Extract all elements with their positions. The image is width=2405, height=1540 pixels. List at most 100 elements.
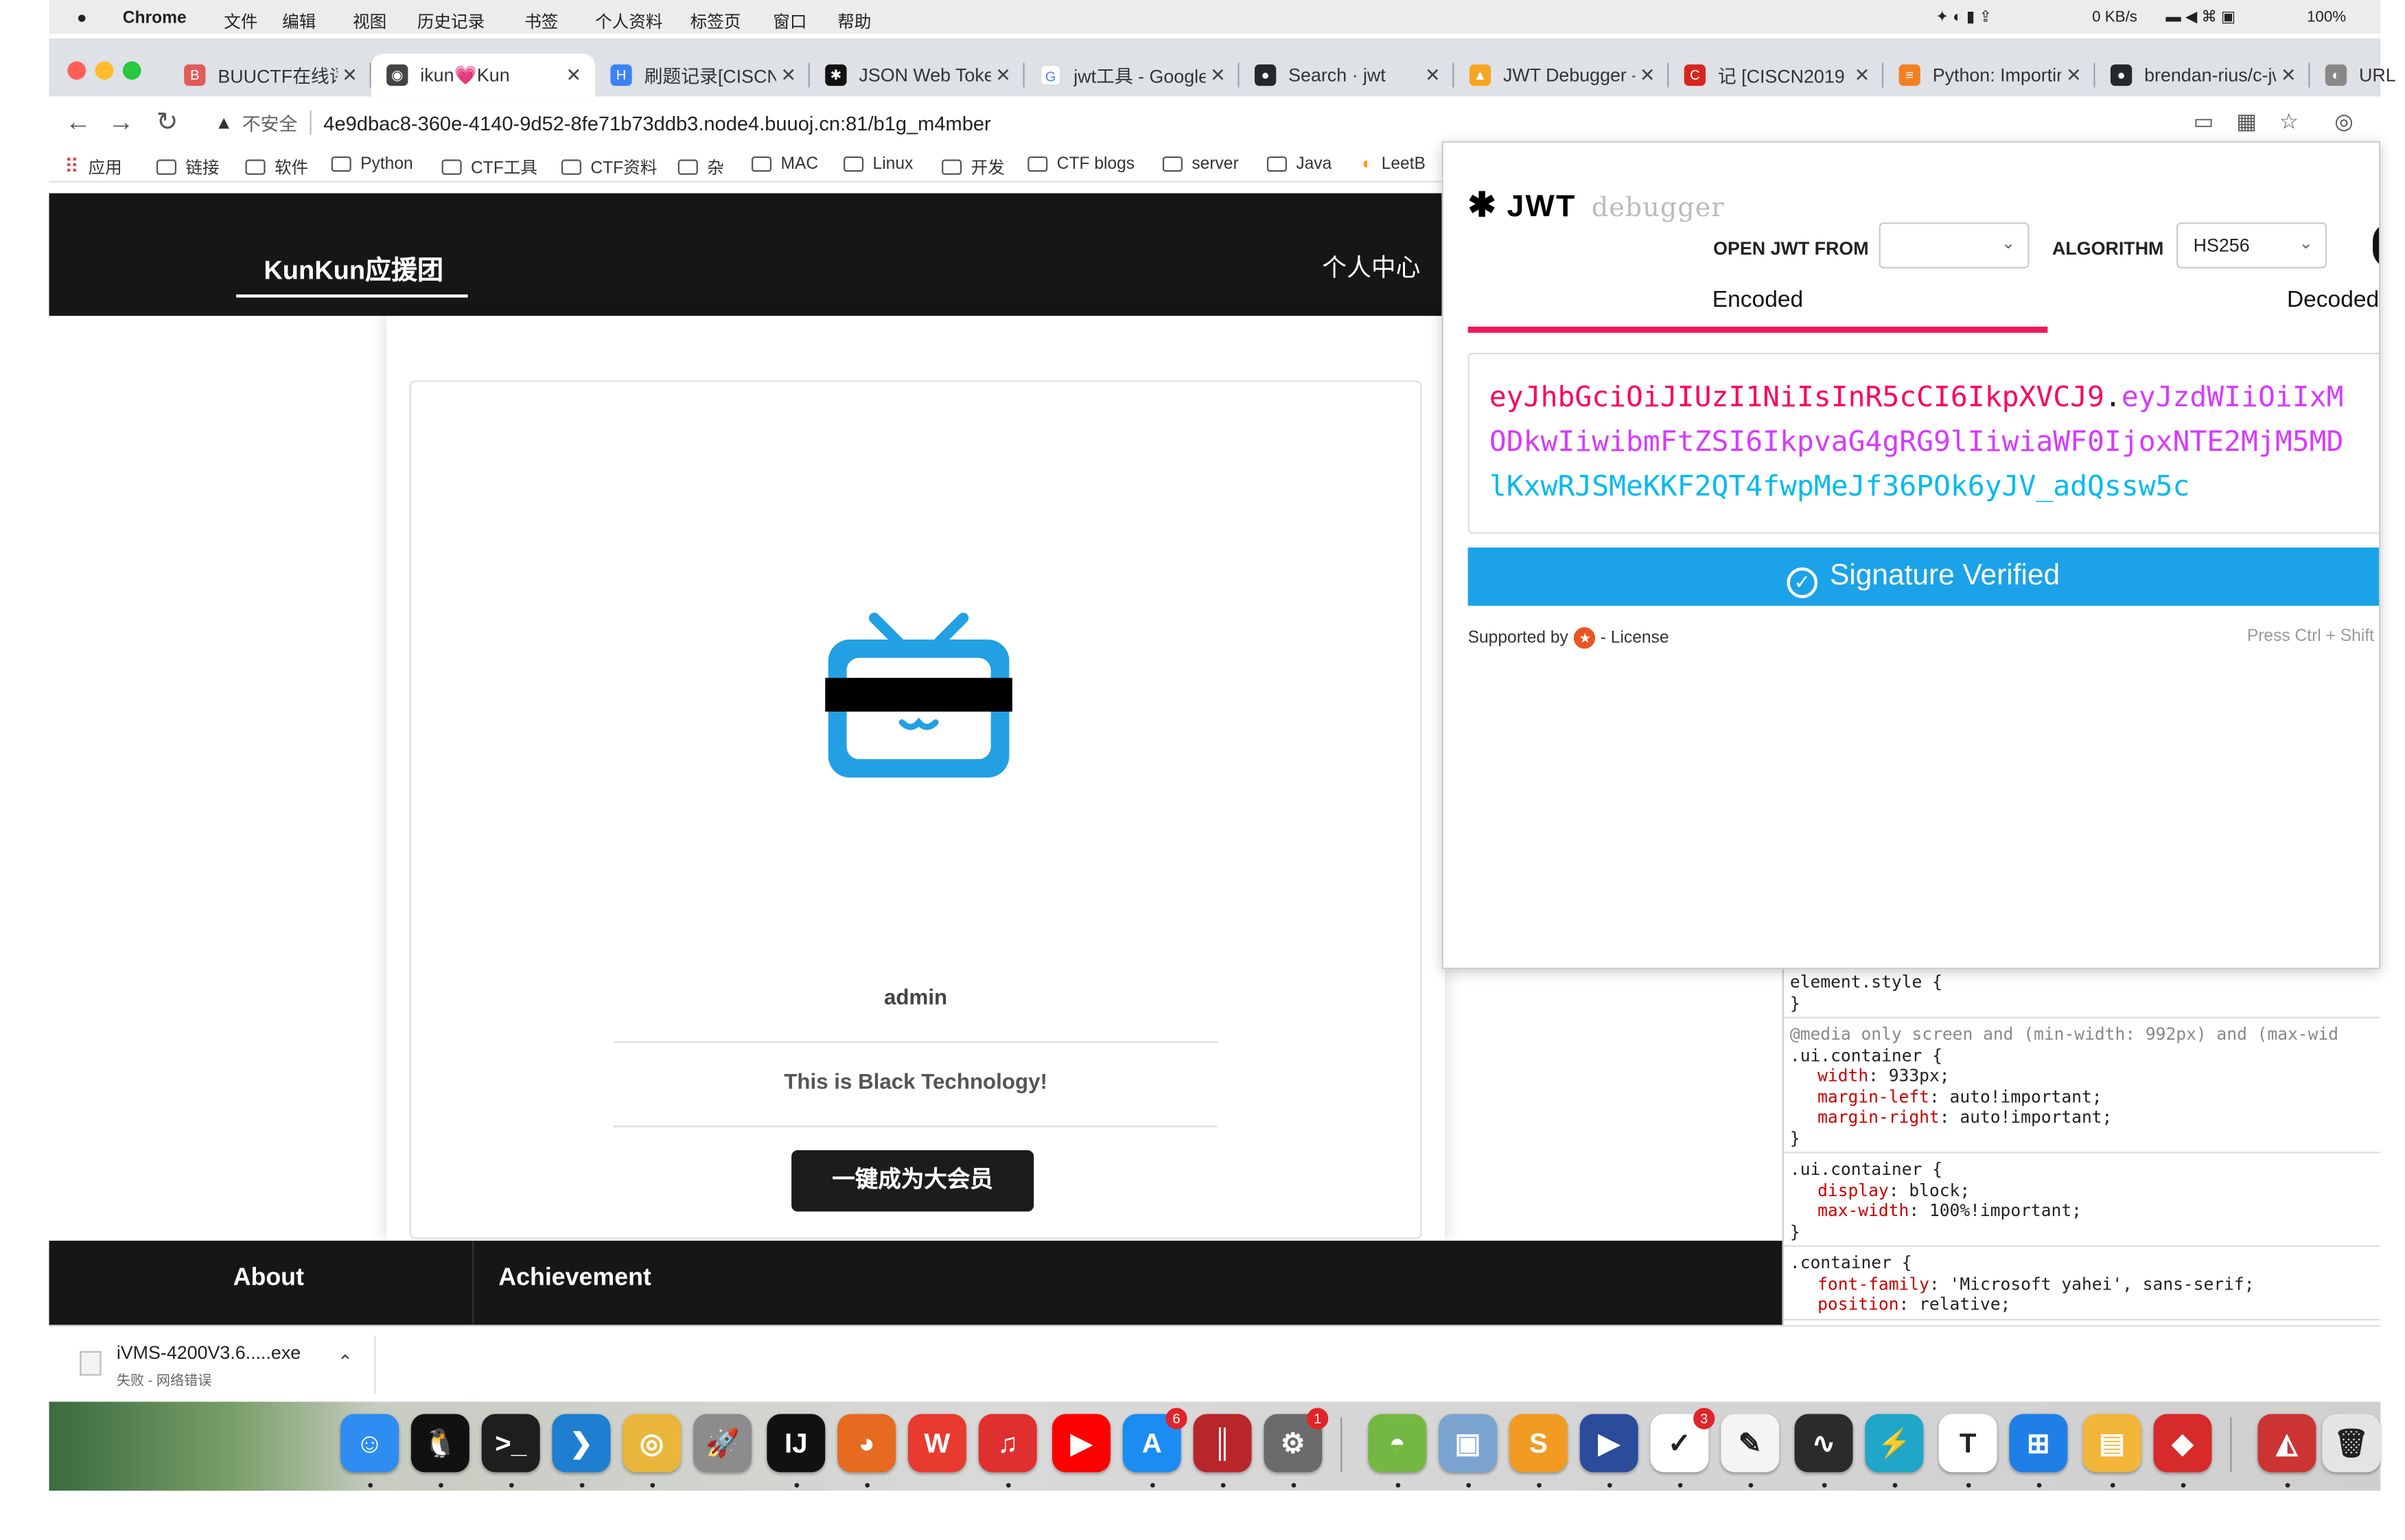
menu-profiles[interactable]: 个人资料 bbox=[595, 9, 662, 34]
bookmark-item[interactable]: 开发 bbox=[942, 155, 1005, 180]
windows-dock-icon[interactable]: ⊞ bbox=[2009, 1414, 2068, 1473]
menu-tab[interactable]: 标签页 bbox=[690, 9, 741, 34]
close-tab-icon[interactable]: ✕ bbox=[1420, 65, 1445, 86]
terminal-dock-icon[interactable]: >_ bbox=[481, 1414, 540, 1473]
css-declaration[interactable]: position: relative; bbox=[1790, 1294, 2374, 1315]
android-dock-icon[interactable]: ◓ bbox=[1368, 1414, 1427, 1473]
close-tab-icon[interactable]: ✕ bbox=[1635, 65, 1660, 86]
browser-tab[interactable]: ● Search · jwt ✕ bbox=[1240, 54, 1454, 97]
encoded-token-input[interactable]: eyJhbGciOiJIUzI1NiIsInR5cCI6IkpXVCJ9.eyJ… bbox=[1467, 352, 2380, 534]
user-center-link[interactable]: 个人中心 bbox=[1322, 247, 1420, 284]
css-selector[interactable]: .container { bbox=[1790, 1253, 2374, 1274]
menu-bookmarks[interactable]: 书签 bbox=[524, 9, 558, 34]
reeder-dock-icon[interactable]: ⚡ bbox=[1865, 1414, 1924, 1473]
browser-tab[interactable]: ✱ JSON Web Tokens✕ bbox=[810, 54, 1025, 97]
textedit-dock-icon[interactable]: ✎ bbox=[1721, 1414, 1780, 1473]
css-selector[interactable]: element.style { bbox=[1790, 972, 2374, 993]
close-tab-icon[interactable]: ✕ bbox=[2061, 65, 2086, 86]
css-rule[interactable]: .container {font-family: 'Microsoft yahe… bbox=[1783, 1247, 2381, 1320]
browser-tab[interactable]: ● brendan-rius/c-jwt ✕ bbox=[2095, 54, 2310, 97]
ticktick-dock-icon[interactable]: ✓ 3 bbox=[1650, 1408, 1715, 1473]
menu-file[interactable]: 文件 bbox=[224, 9, 257, 34]
bookmark-item[interactable]: server bbox=[1162, 155, 1239, 174]
css-declaration[interactable]: font-family: 'Microsoft yahei', sans-ser… bbox=[1790, 1274, 2374, 1294]
sublime-dock-icon[interactable]: S bbox=[1509, 1414, 1568, 1473]
forward-button[interactable]: → bbox=[104, 106, 138, 139]
cast-icon[interactable]: ▭ bbox=[2194, 109, 2214, 135]
auth0-logo-icon[interactable]: ★ bbox=[1574, 627, 1596, 649]
reload-button[interactable]: ↻ bbox=[150, 106, 184, 139]
finder-dock-icon[interactable]: ☺ bbox=[340, 1414, 399, 1473]
bookmark-item[interactable]: MAC bbox=[752, 155, 818, 174]
bookmark-item[interactable]: ◐ LeetB bbox=[1362, 155, 1426, 174]
preview-dock-icon[interactable]: ▣ bbox=[1439, 1414, 1498, 1473]
trash-dock-icon[interactable]: 🗑 bbox=[2322, 1414, 2381, 1473]
browser-tab[interactable]: Gjwt工具 - Google ✕ bbox=[1025, 54, 1240, 97]
devtools-styles-pane[interactable]: element.style {} @media only screen and (… bbox=[1782, 966, 2381, 1325]
tab-decoded[interactable]: Decoded bbox=[2287, 287, 2379, 313]
css-declaration[interactable]: display: block; bbox=[1790, 1180, 2374, 1201]
back-button[interactable]: ← bbox=[61, 106, 95, 139]
address-bar[interactable]: ▲ 不安全 4e9dbac8-360e-4140-9d52-8fe71b73dd… bbox=[200, 103, 2179, 143]
download-filename[interactable]: iVMS-4200V3.6.....exe bbox=[117, 1342, 301, 1363]
vscode-dock-icon[interactable]: ❯ bbox=[552, 1414, 611, 1473]
open-jwt-from-select[interactable]: ⌄ bbox=[1879, 222, 2030, 269]
chevron-up-icon[interactable]: ⌃ bbox=[338, 1351, 353, 1373]
insecure-label[interactable]: 不安全 bbox=[242, 110, 297, 136]
bookmark-item[interactable]: Python bbox=[331, 155, 413, 174]
bookmark-item[interactable]: Linux bbox=[844, 155, 913, 174]
bookmark-item[interactable]: 杂 bbox=[677, 155, 724, 180]
youtube-dock-icon[interactable]: ▶ bbox=[1052, 1414, 1111, 1473]
app-store-dock-icon[interactable]: A6 bbox=[1122, 1408, 1187, 1473]
css-declaration[interactable]: width: 933px; bbox=[1790, 1066, 2374, 1086]
minimize-window-button[interactable] bbox=[95, 61, 114, 80]
qr-code-icon[interactable]: ▦ bbox=[2236, 109, 2257, 135]
css-declaration[interactable]: max-width: 100%!important; bbox=[1790, 1201, 2374, 1222]
qq-dock-icon[interactable]: 🐧 bbox=[410, 1414, 469, 1473]
menu-help[interactable]: 帮助 bbox=[837, 9, 871, 34]
footer-achievement[interactable]: Achievement bbox=[498, 1265, 651, 1293]
close-tab-icon[interactable]: ✕ bbox=[1850, 65, 1874, 86]
close-tab-icon[interactable]: ✕ bbox=[776, 65, 801, 86]
bookmark-star-icon[interactable]: ☆ bbox=[2279, 109, 2299, 135]
extension-icon[interactable]: ◎ bbox=[2334, 109, 2353, 135]
css-declaration[interactable]: margin-right: auto!important; bbox=[1790, 1107, 2374, 1128]
firefox-dock-icon[interactable]: ◕ bbox=[837, 1414, 896, 1473]
bookmark-item[interactable]: Java bbox=[1266, 155, 1332, 174]
intellij-dock-icon[interactable]: IJ bbox=[767, 1414, 826, 1473]
license-link[interactable]: - License bbox=[1601, 629, 1669, 647]
parallels-2-dock-icon[interactable]: ◆ bbox=[2153, 1414, 2212, 1473]
wps-dock-icon[interactable]: W bbox=[907, 1414, 966, 1473]
css-selector[interactable]: .ui.container { bbox=[1790, 1045, 2374, 1066]
browser-tab[interactable]: C 记 [CISCN2019 华✕ bbox=[1669, 54, 1884, 97]
zoom-window-button[interactable] bbox=[122, 61, 141, 80]
css-rule[interactable]: @media only screen and (min-width: 992px… bbox=[1783, 1018, 2381, 1154]
css-rule[interactable]: .ui.container {display: block; max-width:… bbox=[1783, 1153, 2381, 1247]
tab-encoded[interactable]: Encoded bbox=[1468, 287, 2048, 333]
menu-history[interactable]: 历史记录 bbox=[417, 9, 485, 34]
close-window-button[interactable] bbox=[67, 61, 86, 80]
activity-monitor-dock-icon[interactable]: ∿ bbox=[1794, 1414, 1853, 1473]
parallels-dock-icon[interactable]: ║ bbox=[1193, 1414, 1252, 1473]
chrome-dock-icon[interactable]: ◎ bbox=[623, 1414, 682, 1473]
media-player-dock-icon[interactable]: ▶ bbox=[1579, 1414, 1638, 1473]
menu-window[interactable]: 窗口 bbox=[773, 9, 806, 34]
footer-about[interactable]: About bbox=[233, 1265, 304, 1293]
bookmark-item[interactable]: 链接 bbox=[156, 155, 220, 180]
close-tab-icon[interactable]: ✕ bbox=[1205, 65, 1230, 86]
site-brand-link[interactable]: KunKun应援团 bbox=[264, 248, 443, 287]
close-tab-icon[interactable]: ✕ bbox=[2276, 65, 2301, 86]
algorithm-select[interactable]: HS256 ⌄ bbox=[2176, 222, 2327, 269]
apple-menu-icon[interactable]: ● bbox=[77, 9, 87, 27]
menu-app-name[interactable]: Chrome bbox=[123, 9, 187, 27]
bookmark-item[interactable]: CTF资料 bbox=[561, 155, 657, 180]
tray-icons[interactable]: ✦ ◐ ▮ ⇪ bbox=[1936, 9, 1992, 26]
netease-music-dock-icon[interactable]: ♫ bbox=[978, 1414, 1037, 1473]
browser-tab[interactable]: ▲ JWT Debugger - ✕ bbox=[1454, 54, 1669, 97]
close-tab-icon[interactable]: ✕ bbox=[561, 65, 586, 86]
url-text[interactable]: 4e9dbac8-360e-4140-9d52-8fe71b73ddb3.nod… bbox=[323, 111, 990, 135]
browser-tab[interactable]: H 刷题记录[CISCN2 ✕ bbox=[595, 54, 810, 97]
css-selector[interactable]: .ui.container { bbox=[1790, 1159, 2374, 1180]
system-preferences-dock-icon[interactable]: ⚙ 1 bbox=[1264, 1408, 1329, 1473]
become-vip-button[interactable]: 一键成为大会员 bbox=[791, 1150, 1034, 1212]
